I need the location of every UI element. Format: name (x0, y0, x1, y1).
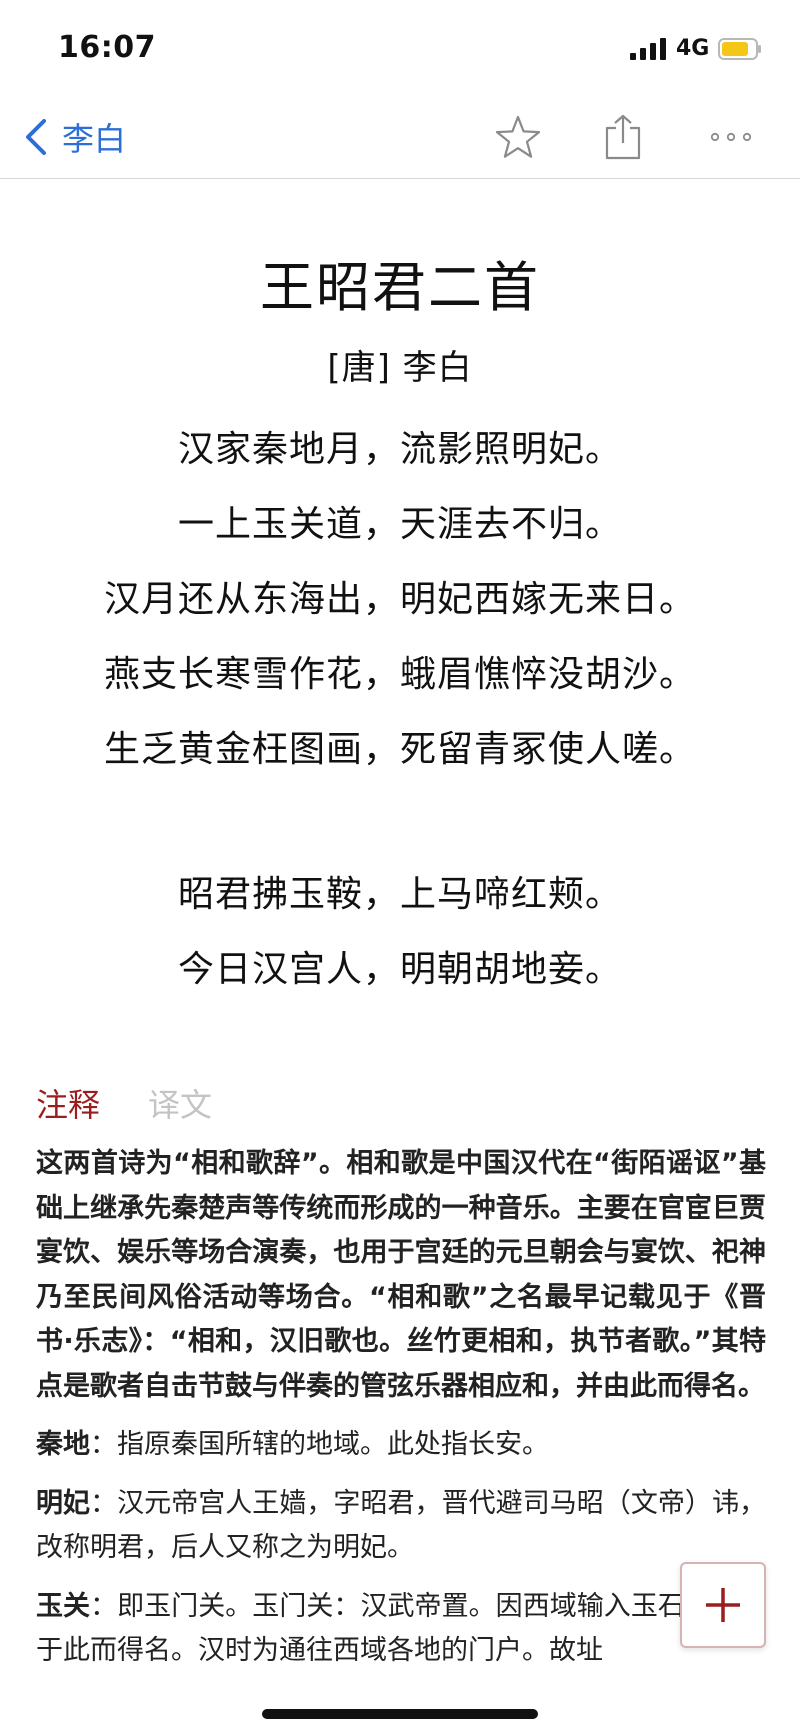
note-item: 玉关：即玉门关。玉门关：汉武帝置。因西域输入玉石时取道于此而得名。汉时为通往西域… (36, 1585, 766, 1674)
more-button[interactable] (704, 110, 758, 164)
note-text: ：指原秦国所辖的地域。此处指长安。 (90, 1429, 549, 1460)
note-item: 明妃：汉元帝宫人王嫱，字昭君，晋代避司马昭（文帝）讳，改称明君，后人又称之为明妃… (36, 1482, 766, 1571)
navigation-bar: 李白 (0, 96, 800, 179)
status-bar: 16:07 4G (0, 0, 800, 96)
plus-icon (706, 1588, 740, 1622)
note-item: 秦地：指原秦国所辖的地域。此处指长安。 (36, 1423, 766, 1468)
add-button[interactable] (680, 1562, 766, 1648)
battery-icon (718, 38, 761, 60)
network-label: 4G (676, 36, 710, 61)
note-term: 玉关 (36, 1590, 91, 1622)
poem-line: 一上玉关道，天涯去不归。 (177, 504, 622, 545)
status-time: 16:07 (58, 30, 156, 65)
share-button[interactable] (596, 110, 650, 164)
poem-author: [唐] 李白 (327, 348, 473, 388)
poem-line: 汉家秦地月，流影照明妃。 (177, 429, 622, 470)
poem-line: 燕支长寒雪作花，蛾眉憔悴没胡沙。 (103, 654, 696, 695)
poem-title: 王昭君二首 (260, 256, 540, 319)
note-text: ：汉元帝宫人王嫱，字昭君，晋代避司马昭（文帝）讳，改称明君，后人又称之为明妃。 (36, 1487, 767, 1564)
poem-stanza: 汉家秦地月，流影照明妃。 一上玉关道，天涯去不归。 汉月还从东海出，明妃西嫁无来… (0, 412, 800, 787)
poem-line: 今日汉宫人，明朝胡地妾。 (177, 949, 622, 990)
content-tabs: 注释 译文 (36, 1080, 212, 1130)
share-icon (605, 114, 641, 160)
poem-line: 昭君拂玉鞍，上马啼红颊。 (177, 874, 622, 915)
tab-notes[interactable]: 注释 (36, 1080, 100, 1130)
more-icon (710, 132, 752, 142)
back-chevron-icon (26, 119, 46, 155)
favorite-button[interactable] (491, 110, 545, 164)
poem-stanza: 昭君拂玉鞍，上马啼红颊。 今日汉宫人，明朝胡地妾。 (0, 857, 800, 1007)
poem: 王昭君二首 [唐] 李白 汉家秦地月，流影照明妃。 一上玉关道，天涯去不归。 汉… (0, 178, 800, 1007)
home-indicator (262, 1709, 538, 1719)
back-label: 李白 (62, 120, 127, 158)
note-term: 明妃 (36, 1487, 91, 1519)
notes-intro: 这两首诗为“相和歌辞”。相和歌是中国汉代在“街陌谣讴”基础上继承先秦楚声等传统而… (36, 1148, 766, 1402)
note-text: ：即玉门关。玉门关：汉武帝置。因西域输入玉石时取道于此而得名。汉时为通往西域各地… (36, 1590, 767, 1667)
poem-line: 汉月还从东海出，明妃西嫁无来日。 (103, 579, 696, 620)
back-button[interactable]: 李白 (24, 114, 126, 160)
poem-line: 生乏黄金枉图画，死留青冢使人嗟。 (103, 729, 696, 770)
signal-icon (630, 38, 666, 60)
star-icon (495, 115, 541, 158)
notes-panel: 这两首诗为“相和歌辞”。相和歌是中国汉代在“街陌谣讴”基础上继承先秦楚声等传统而… (36, 1142, 766, 1688)
note-term: 秦地 (36, 1429, 90, 1460)
tab-translation[interactable]: 译文 (148, 1080, 212, 1130)
